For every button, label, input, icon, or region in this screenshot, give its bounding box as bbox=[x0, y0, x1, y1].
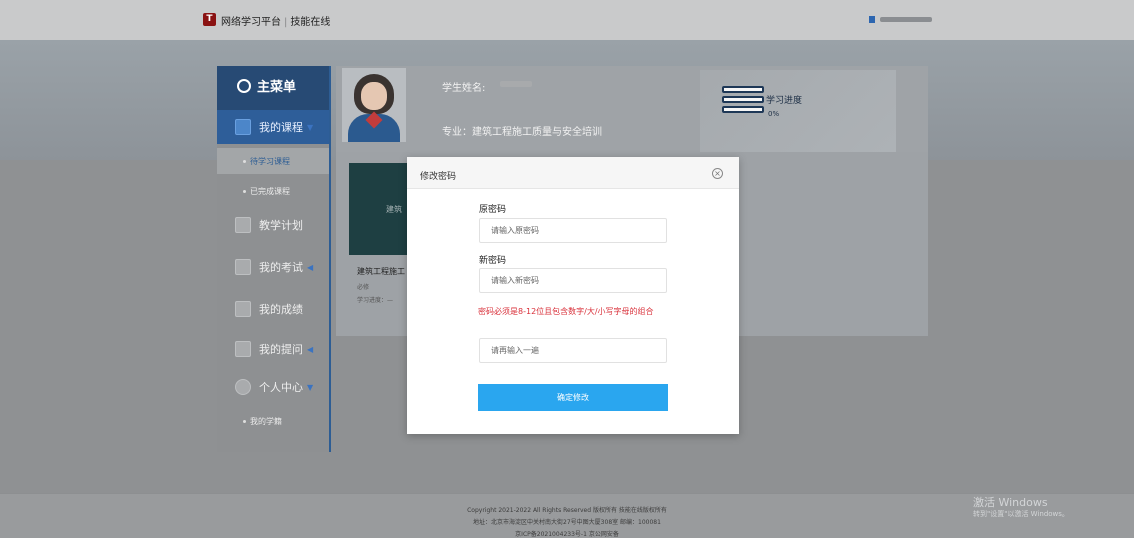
course-type: 必修 bbox=[357, 284, 370, 291]
course-progress: 学习进度：— bbox=[357, 297, 394, 304]
brand-title: 网络学习平台 | 技能在线 bbox=[221, 17, 331, 28]
sidebar-header: 主菜单 bbox=[217, 66, 329, 110]
sidebar-item-personal-center[interactable]: 个人中心 ▼ bbox=[217, 370, 329, 404]
confirm-password-input[interactable] bbox=[479, 338, 667, 363]
menu-icon bbox=[237, 79, 251, 93]
student-name-label: 学生姓名: bbox=[442, 83, 486, 94]
brand-name[interactable]: 网络学习平台 bbox=[221, 17, 281, 28]
progress-label: 学习进度 bbox=[766, 96, 803, 106]
sidebar-item-label: 我的考试 bbox=[259, 261, 303, 274]
sidebar-subitem-my-enrollment[interactable]: 我的学籍 bbox=[217, 408, 329, 434]
footer-address: 地址：北京市海淀区中关村南大街27号中图大厦308室 邮编：100081 bbox=[473, 519, 661, 526]
sidebar-subitem-label: 我的学籍 bbox=[250, 416, 282, 426]
windows-activation-subtitle: 转到"设置"以激活 Windows。 bbox=[973, 510, 1069, 518]
sidebar-subitem-label: 待学习课程 bbox=[250, 156, 290, 166]
sidebar-item-my-exams[interactable]: 我的考试 ◀ bbox=[217, 250, 329, 284]
exam-icon bbox=[235, 259, 251, 275]
chevron-left-icon: ◀ bbox=[307, 262, 314, 272]
top-header: T 网络学习平台 | 技能在线 bbox=[0, 0, 1134, 40]
sidebar-item-label: 我的提问 bbox=[259, 343, 303, 356]
dialog-title: 修改密码 bbox=[420, 172, 457, 182]
bullet-icon bbox=[243, 419, 246, 423]
footer: Copyright 2021-2022 All Rights Reserved … bbox=[0, 493, 1134, 538]
sidebar: 主菜单 我的课程 ▼ 待学习课程 已完成课程 教学计划 我的考试 ◀ 我的成绩 我的… bbox=[217, 66, 331, 452]
course-icon bbox=[235, 119, 251, 135]
sidebar-item-my-questions[interactable]: 我的提问 ◀ bbox=[217, 332, 329, 366]
old-password-input[interactable] bbox=[479, 218, 667, 243]
chevron-down-icon: ▼ bbox=[307, 382, 314, 392]
sidebar-subitem-completed-courses[interactable]: 已完成课程 bbox=[217, 178, 329, 204]
new-password-label: 新密码 bbox=[479, 256, 507, 266]
bullet-icon bbox=[243, 189, 246, 193]
dialog-header: 修改密码 × bbox=[407, 157, 739, 189]
old-password-label: 原密码 bbox=[479, 205, 507, 215]
footer-icp[interactable]: 京ICP备2021004233号-1 京公网安备 bbox=[0, 529, 1134, 538]
sidebar-item-label: 教学计划 bbox=[259, 219, 303, 232]
student-name-redacted bbox=[500, 81, 532, 87]
progress-icon bbox=[722, 86, 764, 120]
new-password-input[interactable] bbox=[479, 268, 667, 293]
change-password-dialog: 修改密码 × 原密码 新密码 密码必须是8-12位且包含数字/大/小写字母的组合… bbox=[407, 157, 739, 434]
sidebar-item-teaching-plan[interactable]: 教学计划 bbox=[217, 208, 329, 242]
user-avatar[interactable] bbox=[869, 16, 875, 23]
sidebar-item-my-courses[interactable]: 我的课程 ▼ bbox=[217, 110, 329, 144]
bullet-icon bbox=[243, 159, 246, 163]
sidebar-title: 主菜单 bbox=[257, 80, 297, 95]
sidebar-item-label: 个人中心 bbox=[259, 381, 303, 394]
sidebar-subitem-label: 已完成课程 bbox=[250, 186, 290, 196]
windows-activation-title: 激活 Windows bbox=[973, 496, 1048, 509]
sidebar-item-label: 我的成绩 bbox=[259, 303, 303, 316]
course-title[interactable]: 建筑工程施工 bbox=[357, 266, 405, 277]
chevron-left-icon: ◀ bbox=[307, 344, 314, 354]
user-name-redacted[interactable] bbox=[880, 17, 932, 22]
user-icon bbox=[235, 379, 251, 395]
password-requirement-hint: 密码必须是8-12位且包含数字/大/小写字母的组合 bbox=[478, 307, 654, 316]
question-icon bbox=[235, 341, 251, 357]
sidebar-subitem-pending-courses[interactable]: 待学习课程 bbox=[217, 148, 329, 174]
sidebar-item-my-grades[interactable]: 我的成绩 bbox=[217, 292, 329, 326]
student-avatar bbox=[342, 68, 406, 142]
brand-subtitle: 技能在线 bbox=[290, 17, 331, 28]
calendar-icon bbox=[235, 217, 251, 233]
grades-icon bbox=[235, 301, 251, 317]
confirm-change-button[interactable]: 确定修改 bbox=[478, 384, 668, 411]
progress-value: 0% bbox=[768, 110, 780, 118]
student-major: 专业：建筑工程施工质量与安全培训 bbox=[442, 127, 602, 138]
logo-icon[interactable]: T bbox=[203, 13, 216, 26]
sidebar-item-label: 我的课程 bbox=[259, 121, 303, 134]
chevron-down-icon: ▼ bbox=[307, 122, 314, 132]
close-icon[interactable]: × bbox=[712, 168, 723, 179]
footer-copyright: Copyright 2021-2022 All Rights Reserved … bbox=[467, 507, 667, 514]
course-thumbnail[interactable]: 建筑 bbox=[349, 163, 409, 255]
